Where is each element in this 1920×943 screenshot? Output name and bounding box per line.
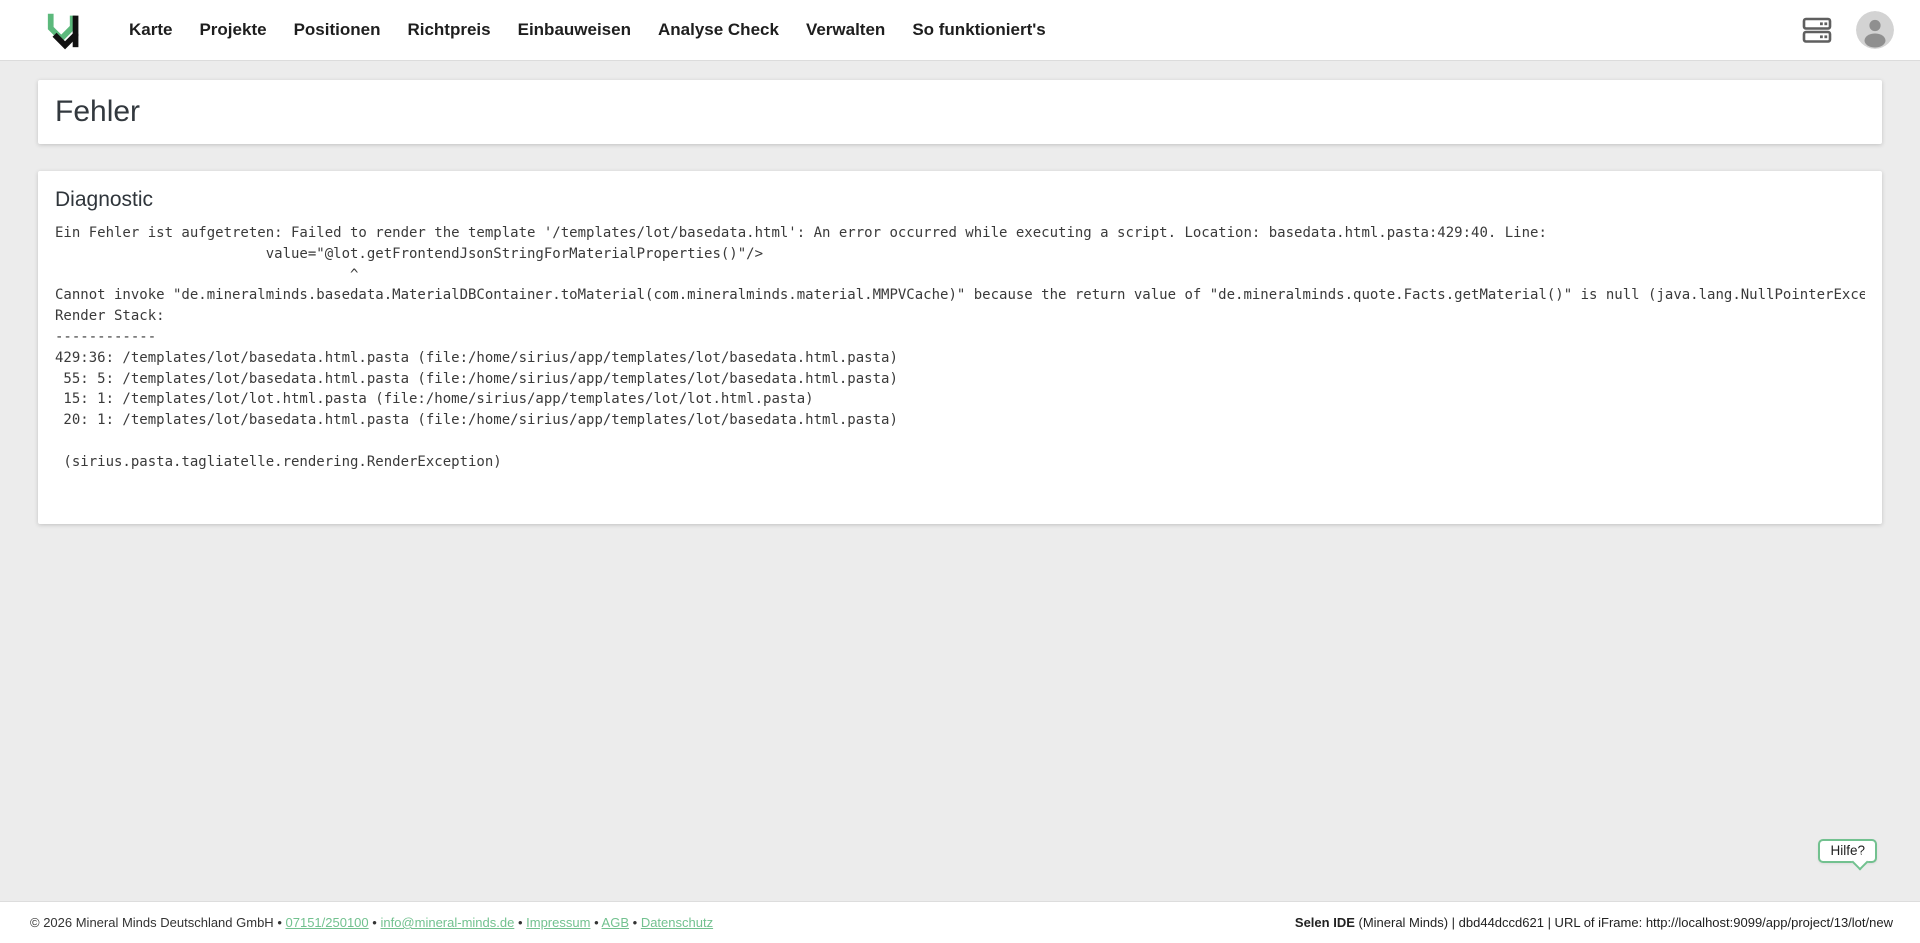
build-info: (Mineral Minds) | dbd44dccd621 | URL of … [1355, 915, 1893, 930]
footer-right: Selen IDE (Mineral Minds) | dbd44dccd621… [1295, 915, 1893, 930]
help-button[interactable]: Hilfe? [1818, 839, 1877, 863]
nav-item-verwalten[interactable]: Verwalten [806, 20, 885, 40]
app-name: Selen IDE [1295, 915, 1355, 930]
footer-link-agb[interactable]: AGB [602, 915, 629, 930]
top-navbar: Karte Projekte Positionen Richtpreis Ein… [0, 0, 1920, 61]
nav-item-einbauweisen[interactable]: Einbauweisen [518, 20, 631, 40]
mineral-minds-logo-icon[interactable] [45, 9, 87, 51]
user-avatar-icon[interactable] [1856, 11, 1894, 49]
main-content: Fehler Diagnostic Ein Fehler ist aufgetr… [0, 80, 1920, 524]
server-stack-icon[interactable] [1800, 13, 1834, 47]
diagnostic-stacktrace: Ein Fehler ist aufgetreten: Failed to re… [55, 223, 1865, 473]
page-title: Fehler [55, 95, 140, 129]
main-nav: Karte Projekte Positionen Richtpreis Ein… [129, 20, 1046, 40]
footer-separator: • [518, 915, 523, 930]
nav-item-karte[interactable]: Karte [129, 20, 172, 40]
diagnostic-card: Diagnostic Ein Fehler ist aufgetreten: F… [38, 171, 1882, 524]
footer-separator: • [372, 915, 377, 930]
footer-link-email[interactable]: info@mineral-minds.de [380, 915, 514, 930]
nav-item-analyse-check[interactable]: Analyse Check [658, 20, 779, 40]
navbar-right-actions [1800, 11, 1894, 49]
page-footer: © 2026 Mineral Minds Deutschland GmbH • … [0, 901, 1920, 943]
footer-link-phone[interactable]: 07151/250100 [286, 915, 369, 930]
footer-link-impressum[interactable]: Impressum [526, 915, 590, 930]
nav-item-so-funktionierts[interactable]: So funktioniert's [912, 20, 1045, 40]
nav-item-richtpreis[interactable]: Richtpreis [407, 20, 490, 40]
nav-item-projekte[interactable]: Projekte [199, 20, 266, 40]
footer-link-datenschutz[interactable]: Datenschutz [641, 915, 713, 930]
footer-separator: • [633, 915, 638, 930]
error-title-card: Fehler [38, 80, 1882, 144]
diagnostic-heading: Diagnostic [55, 188, 1865, 212]
nav-item-positionen[interactable]: Positionen [294, 20, 381, 40]
footer-left: © 2026 Mineral Minds Deutschland GmbH • … [30, 915, 713, 930]
footer-separator: • [594, 915, 599, 930]
copyright-text: © 2026 Mineral Minds Deutschland GmbH [30, 915, 274, 930]
footer-separator: • [277, 915, 282, 930]
